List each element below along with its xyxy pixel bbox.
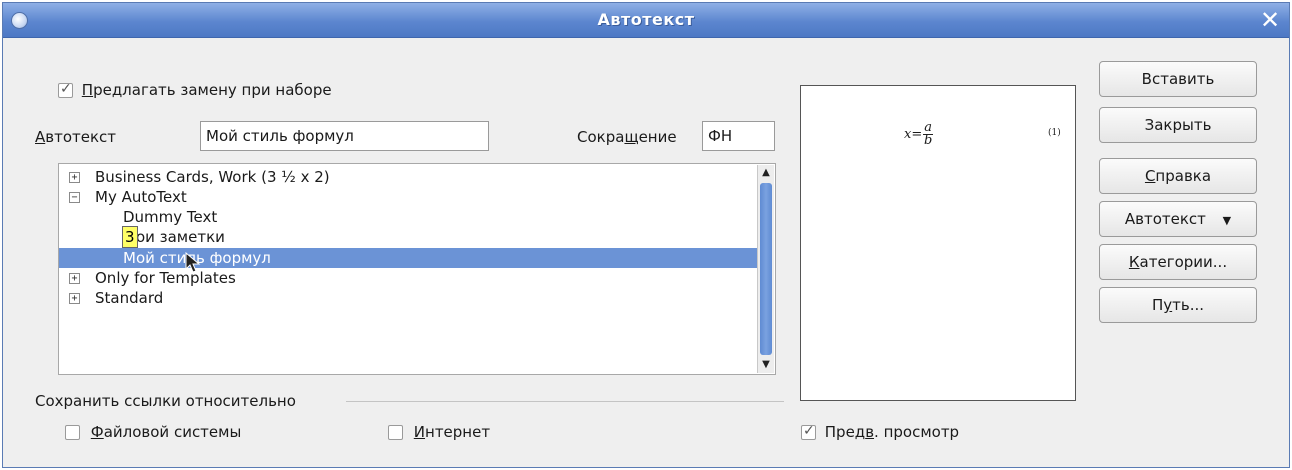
scroll-up-icon[interactable]: ▲ xyxy=(758,165,774,181)
autotext-name-input[interactable]: Мой стиль формул xyxy=(200,121,489,151)
preview-equation-number: (1) xyxy=(1048,128,1061,138)
expand-icon[interactable]: + xyxy=(69,293,80,304)
tree-item-label: Only for Templates xyxy=(95,269,236,287)
suggest-replacement-option[interactable]: Предлагать замену при наборе xyxy=(58,81,332,99)
tree-item-label: Dummy Text xyxy=(123,208,218,226)
window-title: Автотекст xyxy=(597,10,695,29)
expand-icon[interactable]: + xyxy=(69,172,80,183)
internet-option[interactable]: Интернет xyxy=(388,423,490,441)
path-button[interactable]: Путь... xyxy=(1099,287,1257,323)
chevron-down-icon: ▼ xyxy=(1222,214,1232,227)
suggest-replacement-checkbox[interactable] xyxy=(58,81,73,98)
tree-item-business-cards[interactable]: + Business Cards, Work (3 ½ x 2) xyxy=(59,167,757,187)
tree-item-label: Standard xyxy=(95,289,164,307)
title-bar[interactable]: Автотекст ✕ xyxy=(3,3,1289,38)
internet-label: Интернет xyxy=(413,423,491,441)
internet-checkbox[interactable] xyxy=(388,425,403,440)
insert-button[interactable]: Вставить xyxy=(1099,61,1257,97)
expand-icon[interactable]: + xyxy=(69,273,80,284)
tree-item-standard[interactable]: + Standard xyxy=(59,288,757,308)
tree-item-dummy-text[interactable]: Dummy Text xyxy=(59,207,757,227)
close-icon[interactable]: ✕ xyxy=(1257,7,1283,33)
tree-item-label: My AutoText xyxy=(95,188,187,206)
autotext-dialog: Автотекст ✕ Предлагать замену при наборе… xyxy=(2,2,1290,468)
filesystem-option[interactable]: Файловой системы xyxy=(65,423,241,441)
filesystem-label: Файловой системы xyxy=(90,423,242,441)
drag-tooltip: 3 xyxy=(122,226,138,248)
autotext-menu-button[interactable]: Автотекст ▼ xyxy=(1099,201,1257,237)
tree-item-label: Мои заметки xyxy=(123,228,225,246)
scroll-down-icon[interactable]: ▼ xyxy=(758,357,774,373)
help-button[interactable]: Справка xyxy=(1099,158,1257,194)
categories-button[interactable]: Категории... xyxy=(1099,244,1257,280)
group-divider xyxy=(346,401,784,402)
shortcut-label: Сокращение xyxy=(577,128,677,146)
suggest-replacement-label: Предлагать замену при наборе xyxy=(81,81,332,99)
preview-toggle-option[interactable]: Предв. просмотр xyxy=(801,423,959,441)
preview-pane: x= a b (1) xyxy=(800,85,1076,401)
preview-toggle-label: Предв. просмотр xyxy=(824,423,960,441)
save-links-group-label: Сохранить ссылки относительно xyxy=(35,392,296,410)
tree-item-my-autotext[interactable]: − My AutoText xyxy=(59,187,757,207)
tree-item-label: Business Cards, Work (3 ½ x 2) xyxy=(95,168,330,186)
preview-checkbox[interactable] xyxy=(801,423,816,440)
tree-scrollbar[interactable]: ▲ ▼ xyxy=(757,165,774,373)
tree-item-my-notes[interactable]: Мои заметки xyxy=(59,227,757,247)
tree-item-my-formula-style[interactable]: Мой стиль формул xyxy=(59,248,757,268)
preview-formula: x= a b xyxy=(904,120,934,148)
tree-item-only-for-templates[interactable]: + Only for Templates xyxy=(59,268,757,288)
collapse-icon[interactable]: − xyxy=(69,192,80,203)
shortcut-input[interactable]: ФН xyxy=(702,121,775,151)
mouse-cursor-icon xyxy=(185,252,201,273)
scroll-thumb[interactable] xyxy=(760,183,772,355)
filesystem-checkbox[interactable] xyxy=(65,425,80,440)
close-button[interactable]: Закрыть xyxy=(1099,107,1257,143)
autotext-tree[interactable]: + Business Cards, Work (3 ½ x 2) − My Au… xyxy=(58,163,776,375)
autotext-name-label: Автотекст xyxy=(35,128,117,146)
